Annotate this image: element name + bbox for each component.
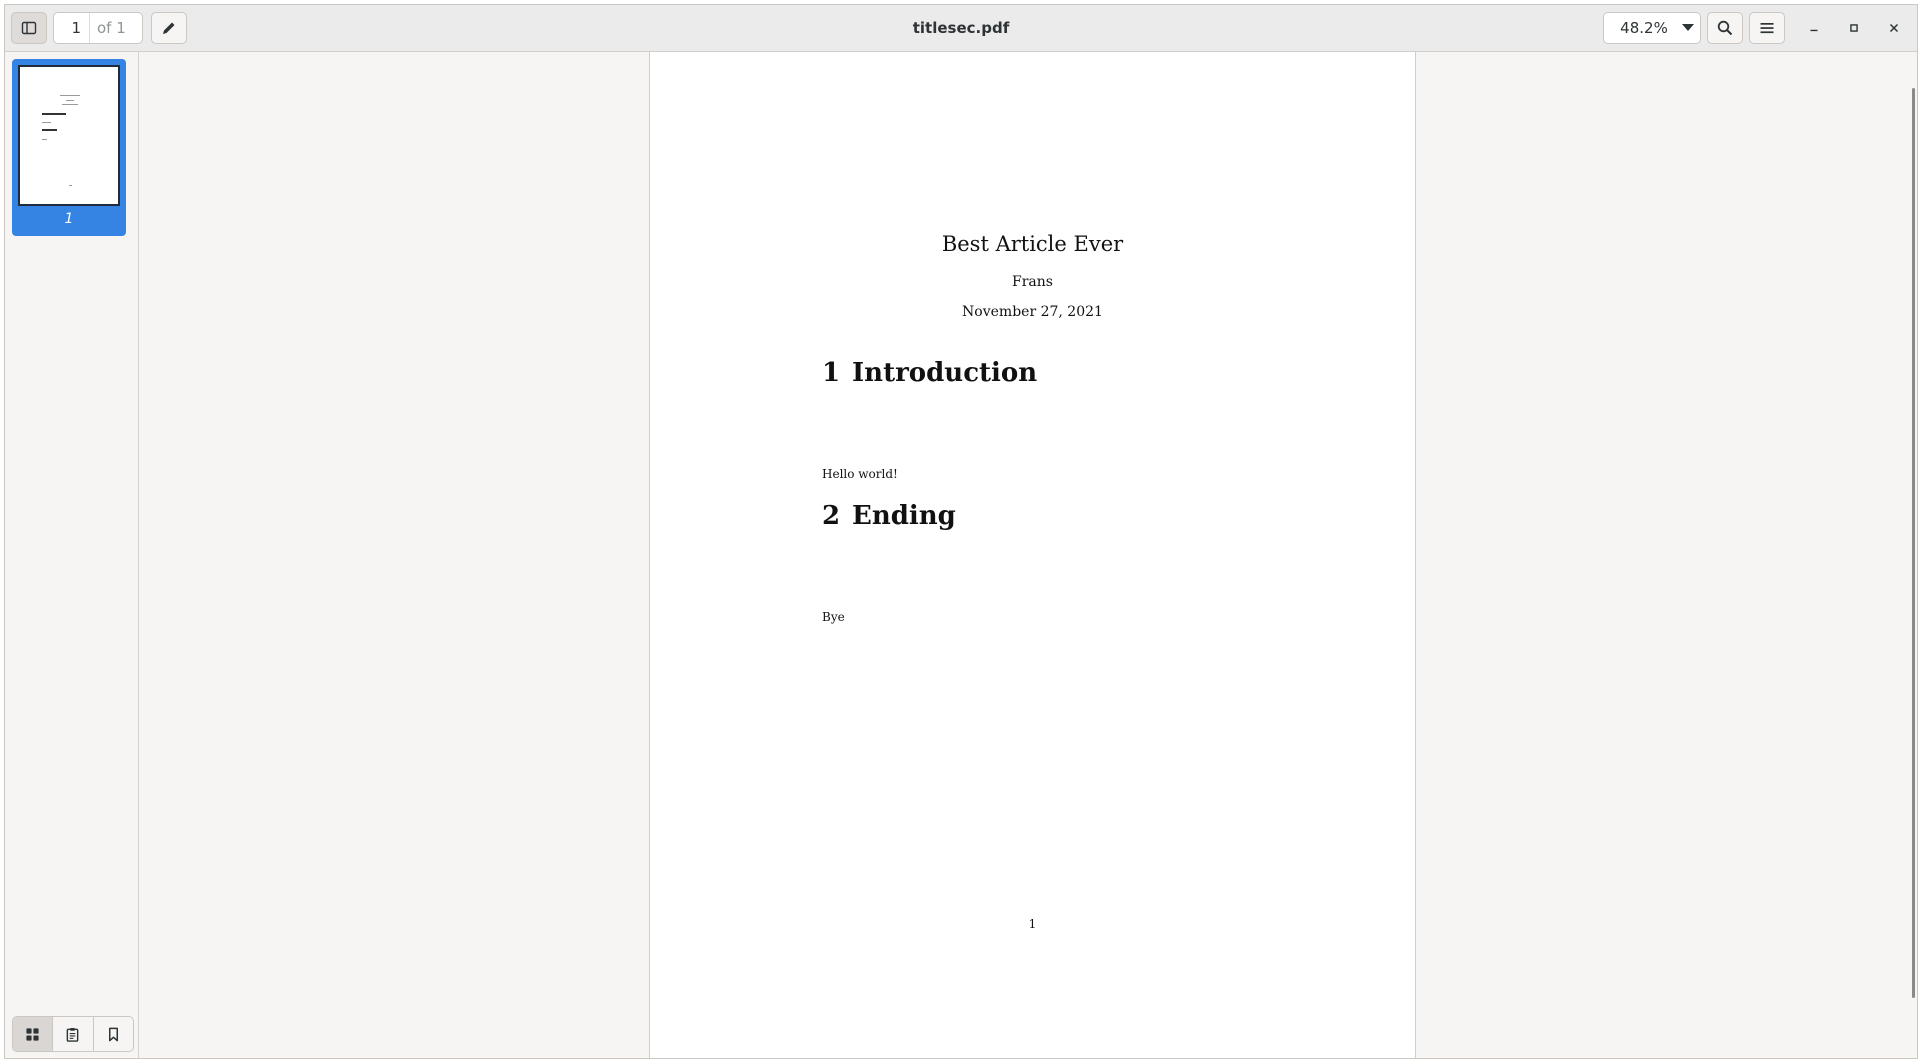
thumbnail-preview (18, 65, 120, 206)
document-title: Best Article Ever (941, 232, 1124, 256)
annotate-button[interactable] (151, 12, 187, 44)
bookmarks-tab[interactable] (94, 1017, 133, 1051)
thumbnails-tab[interactable] (13, 1017, 54, 1051)
chevron-down-icon (1676, 24, 1700, 32)
zoom-value: 48.2% (1620, 19, 1668, 37)
document-view[interactable]: Best Article Ever Frans November 27, 202… (139, 52, 1917, 1058)
pencil-icon (163, 22, 175, 34)
close-button[interactable] (1882, 16, 1906, 40)
document-author: Frans (1012, 274, 1053, 290)
search-icon (1717, 20, 1733, 36)
section-title: Ending (852, 501, 956, 531)
thumbnail-page-label: 1 (64, 211, 74, 227)
section-body: Bye (822, 610, 845, 624)
sidebar-icon (21, 21, 37, 35)
page-thumbnail[interactable]: 1 (12, 59, 126, 236)
headerbar: 1 of 1 titlesec.pdf 48.2% (5, 5, 1917, 52)
grid-icon (26, 1027, 39, 1041)
main-menu-button[interactable] (1749, 12, 1785, 44)
document-viewer-window: 1 of 1 titlesec.pdf 48.2% 1 Best Article… (4, 4, 1918, 1059)
page-number: 1 (1028, 917, 1037, 931)
minimize-button[interactable] (1802, 16, 1826, 40)
section-body: Hello world! (822, 467, 898, 481)
vertical-scrollbar[interactable] (1912, 88, 1915, 998)
maximize-icon (1850, 24, 1858, 32)
page-total-label: of 1 (97, 19, 126, 37)
section-title: Introduction (852, 358, 1038, 388)
zoom-selector[interactable]: 48.2% (1603, 12, 1701, 44)
section-heading: 2 Ending (822, 501, 956, 531)
search-button[interactable] (1707, 12, 1743, 44)
hamburger-menu-icon (1760, 23, 1774, 34)
maximize-button[interactable] (1842, 16, 1866, 40)
sidebar-toggle-button[interactable] (11, 12, 47, 44)
section-number: 1 (822, 358, 841, 388)
section-heading: 1 Introduction (822, 358, 1037, 388)
clipboard-icon (67, 1027, 79, 1042)
document-date: November 27, 2021 (962, 304, 1103, 320)
section-number: 2 (822, 501, 841, 531)
page-selector[interactable]: 1 of 1 (53, 12, 143, 44)
current-page-input[interactable]: 1 (54, 13, 90, 43)
annotations-tab[interactable] (53, 1017, 94, 1051)
close-icon (1889, 23, 1899, 33)
bookmark-icon (108, 1027, 118, 1041)
sidebar-view-switcher (12, 1016, 134, 1052)
minimize-icon (1810, 29, 1818, 32)
sidebar: 1 (5, 52, 139, 1058)
pdf-page: Best Article Ever Frans November 27, 202… (649, 52, 1416, 1058)
